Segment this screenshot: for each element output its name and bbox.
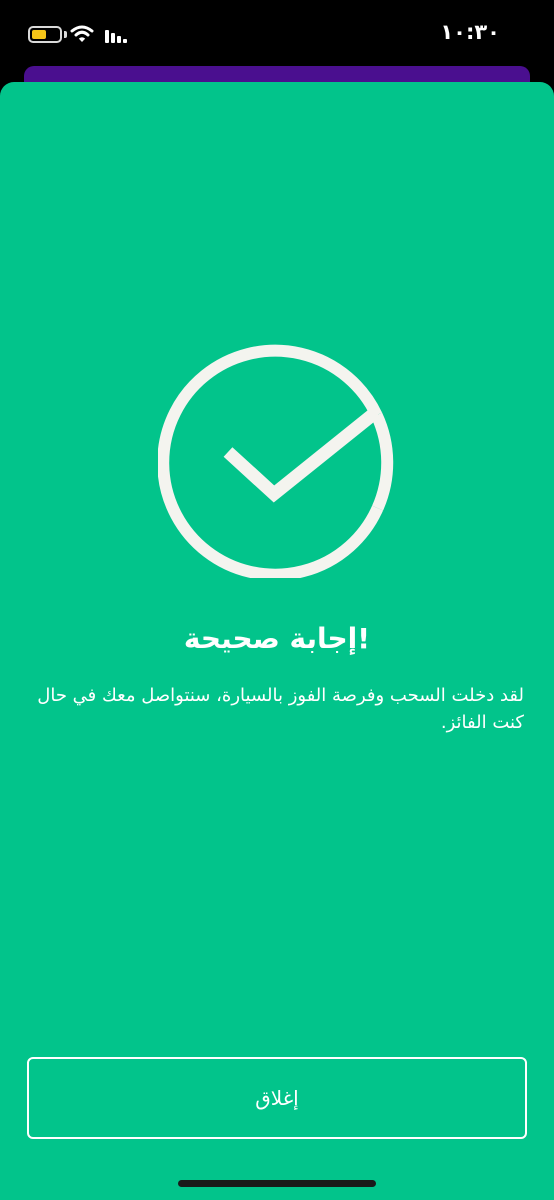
home-indicator[interactable] [178, 1180, 376, 1187]
result-title: إجابة صحيحة! [183, 622, 371, 655]
status-bar: ١٠:٣٠ [0, 0, 554, 68]
status-time: ١٠:٣٠ [440, 20, 500, 44]
battery-level [32, 30, 47, 39]
screen: ١٠:٣٠ إجابة صحيحة! لقد دخلت السحب وفرصة … [0, 0, 554, 1200]
close-button[interactable]: إغلاق [27, 1057, 527, 1139]
result-message: لقد دخلت السحب وفرصة الفوز بالسيارة، سنت… [37, 685, 524, 733]
check-circle-icon [158, 344, 394, 578]
success-sheet: إجابة صحيحة! لقد دخلت السحب وفرصة الفوز … [0, 82, 554, 1200]
wifi-icon [70, 25, 94, 42]
battery-icon [28, 26, 62, 43]
battery-cap [64, 31, 67, 38]
cellular-signal-icon [105, 30, 127, 43]
